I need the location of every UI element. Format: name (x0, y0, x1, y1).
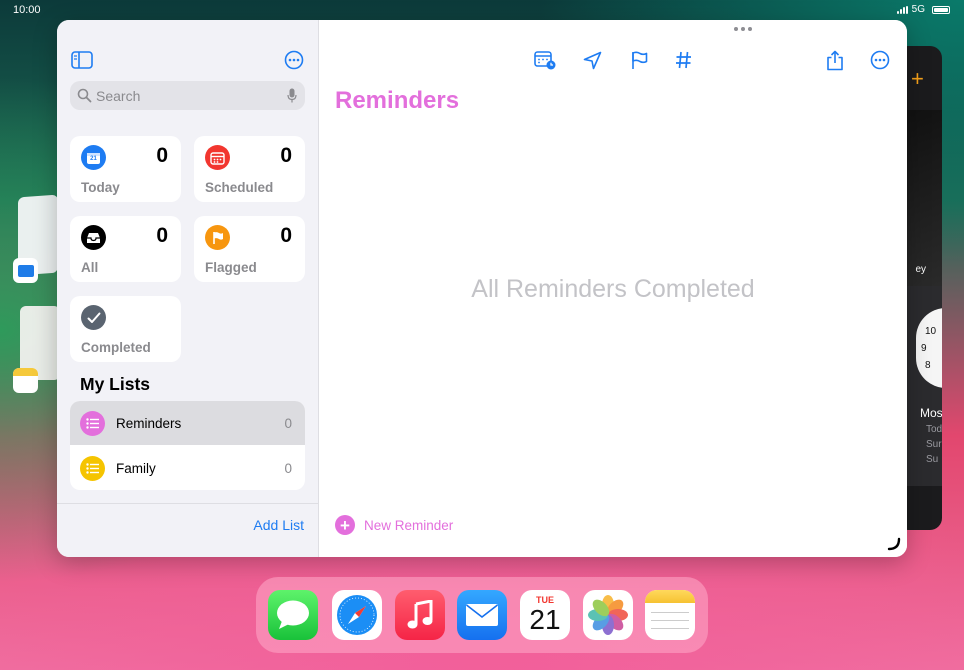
reminders-window: 21 0 Today 0 Scheduled 0 All 0 Flagged (57, 20, 907, 557)
list-count: 0 (284, 416, 292, 431)
microphone-icon[interactable] (287, 88, 297, 103)
all-count: 0 (156, 224, 168, 247)
smart-list-completed[interactable]: Completed (70, 296, 181, 362)
status-time: 10:00 (13, 4, 41, 16)
add-list-button[interactable]: Add List (253, 517, 304, 533)
completed-label: Completed (81, 340, 151, 355)
ellipsis-circle-icon (870, 50, 890, 70)
list-bullet-icon (80, 456, 105, 481)
mail-envelope-icon (466, 604, 498, 626)
hashtag-icon (675, 51, 691, 69)
date-button[interactable] (533, 50, 557, 70)
ellipsis-circle-icon (284, 50, 304, 70)
add-icon: + (911, 66, 924, 91)
photos-flower-icon (588, 595, 628, 635)
my-lists-heading: My Lists (80, 374, 151, 394)
status-indicators: 5G (896, 4, 950, 15)
dock: TUE 21 (256, 577, 708, 653)
music-note-icon (407, 600, 433, 629)
resize-handle-icon[interactable] (887, 537, 901, 551)
messages-icon (277, 600, 309, 629)
sidebar-more-button[interactable] (284, 50, 304, 70)
more-button[interactable] (870, 50, 890, 70)
search-icon (77, 88, 92, 103)
smart-list-all[interactable]: 0 All (70, 216, 181, 282)
clock-number: 8 (925, 360, 931, 371)
calendar-today-icon: 21 (81, 145, 106, 170)
tag-button[interactable] (673, 50, 693, 70)
plus-circle-icon: + (335, 515, 355, 535)
sidebar: 21 0 Today 0 Scheduled 0 All 0 Flagged (57, 20, 319, 557)
battery-icon (932, 5, 950, 14)
clock-line: Sur (926, 439, 942, 450)
smart-list-scheduled[interactable]: 0 Scheduled (194, 136, 305, 202)
dock-app-safari[interactable] (332, 590, 382, 640)
smart-list-flagged[interactable]: 0 Flagged (194, 216, 305, 282)
network-type: 5G (911, 4, 925, 15)
list-bullet-icon (80, 411, 105, 436)
smart-list-today[interactable]: 21 0 Today (70, 136, 181, 202)
search-bar[interactable] (70, 81, 305, 110)
all-label: All (81, 260, 99, 275)
new-reminder-button[interactable]: + New Reminder (335, 515, 453, 535)
today-count: 0 (156, 144, 168, 167)
clock-number: 10 (925, 326, 937, 337)
location-button[interactable] (582, 50, 602, 70)
tray-icon (81, 225, 106, 250)
notes-icon (645, 590, 695, 603)
flag-button[interactable] (629, 50, 649, 70)
clock-number: 9 (921, 343, 927, 354)
sidebar-toggle-button[interactable] (71, 51, 93, 69)
clock-line: Su (926, 454, 939, 465)
share-icon (827, 50, 843, 70)
page-title: Reminders (335, 87, 460, 114)
list-count: 0 (284, 461, 292, 476)
dock-app-calendar[interactable]: TUE 21 (520, 590, 570, 640)
flag-icon (631, 51, 647, 69)
status-bar: 10:00 5G (0, 0, 964, 20)
notes-small-app-icon[interactable] (13, 368, 38, 393)
window-grabber-icon[interactable] (734, 27, 752, 31)
calendar-clock-icon (534, 51, 556, 70)
flagged-count: 0 (280, 224, 292, 247)
calendar-day: 21 (529, 604, 561, 635)
flagged-label: Flagged (205, 260, 257, 275)
safari-compass-icon (337, 595, 377, 635)
dock-app-messages[interactable] (268, 590, 318, 640)
dock-app-mail[interactable] (457, 590, 507, 640)
scheduled-label: Scheduled (205, 180, 274, 195)
today-day-number: 21 (90, 156, 97, 162)
calendar-icon (205, 145, 230, 170)
dock-app-notes[interactable] (645, 590, 695, 640)
cellular-signal-icon (896, 5, 908, 14)
clock-line: Tod (926, 424, 942, 435)
list-item-family[interactable]: Family 0 (70, 446, 305, 490)
location-arrow-icon (583, 51, 601, 69)
new-reminder-label: New Reminder (364, 517, 454, 533)
list-item-reminders[interactable]: Reminders 0 (70, 401, 305, 445)
flag-icon (205, 225, 230, 250)
files-app-icon[interactable] (13, 258, 38, 283)
my-lists: Reminders 0 Family 0 (70, 401, 305, 490)
list-name: Reminders (116, 416, 182, 431)
dock-app-photos[interactable] (583, 590, 633, 640)
checkmark-icon (81, 305, 106, 330)
list-name: Family (116, 461, 156, 476)
clock-city-label: Mos (920, 406, 942, 420)
share-button[interactable] (825, 49, 845, 71)
today-label: Today (81, 180, 120, 195)
main-content: Reminders All Reminders Completed + New … (319, 20, 907, 557)
scheduled-count: 0 (280, 144, 292, 167)
sidebar-icon (71, 51, 93, 69)
dock-app-music[interactable] (395, 590, 445, 640)
sidebar-divider (57, 503, 319, 504)
search-input[interactable] (96, 85, 276, 106)
empty-state-message: All Reminders Completed (471, 275, 755, 303)
